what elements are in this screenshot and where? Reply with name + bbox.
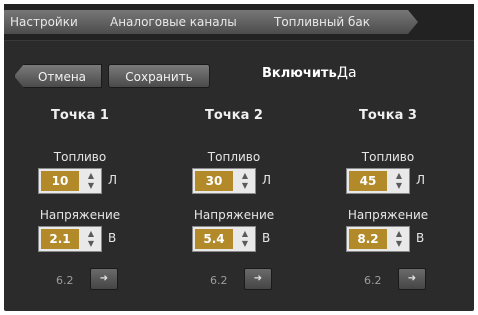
breadcrumb-label: Аналоговые каналы <box>110 15 237 29</box>
increment-icon[interactable]: ▲ <box>237 229 253 239</box>
fuel-value[interactable]: 45 <box>349 171 387 191</box>
arrow-icon[interactable]: ➜ <box>244 268 272 290</box>
enable-toggle[interactable]: Да <box>337 65 357 81</box>
increment-icon[interactable]: ▲ <box>391 171 407 181</box>
save-label: Сохранить <box>125 70 193 84</box>
fuel-unit: Л <box>108 173 118 187</box>
fuel-label: Топливо <box>361 150 415 164</box>
arrow-icon[interactable]: ➜ <box>90 268 118 290</box>
ratio-value: 6.2 <box>210 274 228 287</box>
save-button[interactable]: Сохранить <box>108 64 210 88</box>
point-title: Точка 2 <box>205 108 263 123</box>
cancel-label: Отмена <box>37 70 87 84</box>
fuel-tank-settings-panel: Настройки Аналоговые каналы Топливный ба… <box>4 4 474 311</box>
breadcrumb: Настройки Аналоговые каналы Топливный ба… <box>4 4 474 41</box>
decrement-icon[interactable]: ▼ <box>237 239 253 249</box>
increment-icon[interactable]: ▲ <box>83 171 99 181</box>
voltage-stepper[interactable]: 8.2 ▲ ▼ <box>346 226 410 252</box>
breadcrumb-settings[interactable]: Настройки <box>4 10 116 34</box>
voltage-value[interactable]: 5.4 <box>195 229 233 249</box>
ratio-value: 6.2 <box>364 274 382 287</box>
increment-icon[interactable]: ▲ <box>391 229 407 239</box>
voltage-unit: В <box>262 231 271 245</box>
ratio-value: 6.2 <box>56 274 74 287</box>
point-title: Точка 1 <box>51 108 109 123</box>
point-title: Точка 3 <box>359 108 417 123</box>
voltage-label: Напряжение <box>347 208 429 222</box>
enable-label: Включить <box>262 66 337 81</box>
fuel-value[interactable]: 10 <box>41 171 79 191</box>
decrement-icon[interactable]: ▼ <box>83 239 99 249</box>
fuel-value[interactable]: 30 <box>195 171 233 191</box>
voltage-unit: В <box>108 231 117 245</box>
increment-icon[interactable]: ▲ <box>83 229 99 239</box>
fuel-stepper[interactable]: 30 ▲ ▼ <box>192 168 256 194</box>
voltage-value[interactable]: 8.2 <box>349 229 387 249</box>
decrement-icon[interactable]: ▼ <box>391 239 407 249</box>
voltage-unit: В <box>416 231 425 245</box>
breadcrumb-label: Топливный бак <box>274 15 370 29</box>
fuel-stepper[interactable]: 10 ▲ ▼ <box>38 168 102 194</box>
breadcrumb-analog-channels[interactable]: Аналоговые каналы <box>102 10 280 34</box>
voltage-label: Напряжение <box>193 208 275 222</box>
decrement-icon[interactable]: ▼ <box>237 181 253 191</box>
arrow-icon[interactable]: ➜ <box>398 268 426 290</box>
voltage-stepper[interactable]: 2.1 ▲ ▼ <box>38 226 102 252</box>
voltage-value[interactable]: 2.1 <box>41 229 79 249</box>
decrement-icon[interactable]: ▼ <box>391 181 407 191</box>
point-1: Точка 1 Топливо 10 ▲ ▼ Л Напряжение 2.1 … <box>20 108 150 308</box>
increment-icon[interactable]: ▲ <box>237 171 253 181</box>
fuel-label: Топливо <box>53 150 107 164</box>
window: Настройки Аналоговые каналы Топливный ба… <box>0 0 478 315</box>
fuel-label: Топливо <box>207 150 261 164</box>
fuel-unit: Л <box>416 173 426 187</box>
voltage-stepper[interactable]: 5.4 ▲ ▼ <box>192 226 256 252</box>
fuel-unit: Л <box>262 173 272 187</box>
breadcrumb-label: Настройки <box>10 15 78 29</box>
breadcrumb-fuel-tank[interactable]: Топливный бак <box>266 10 418 34</box>
decrement-icon[interactable]: ▼ <box>83 181 99 191</box>
fuel-stepper[interactable]: 45 ▲ ▼ <box>346 168 410 194</box>
point-3: Точка 3 Топливо 45 ▲ ▼ Л Напряжение 8.2 … <box>328 108 458 308</box>
voltage-label: Напряжение <box>39 208 121 222</box>
cancel-button[interactable]: Отмена <box>14 64 102 88</box>
point-2: Точка 2 Топливо 30 ▲ ▼ Л Напряжение 5.4 … <box>174 108 304 308</box>
